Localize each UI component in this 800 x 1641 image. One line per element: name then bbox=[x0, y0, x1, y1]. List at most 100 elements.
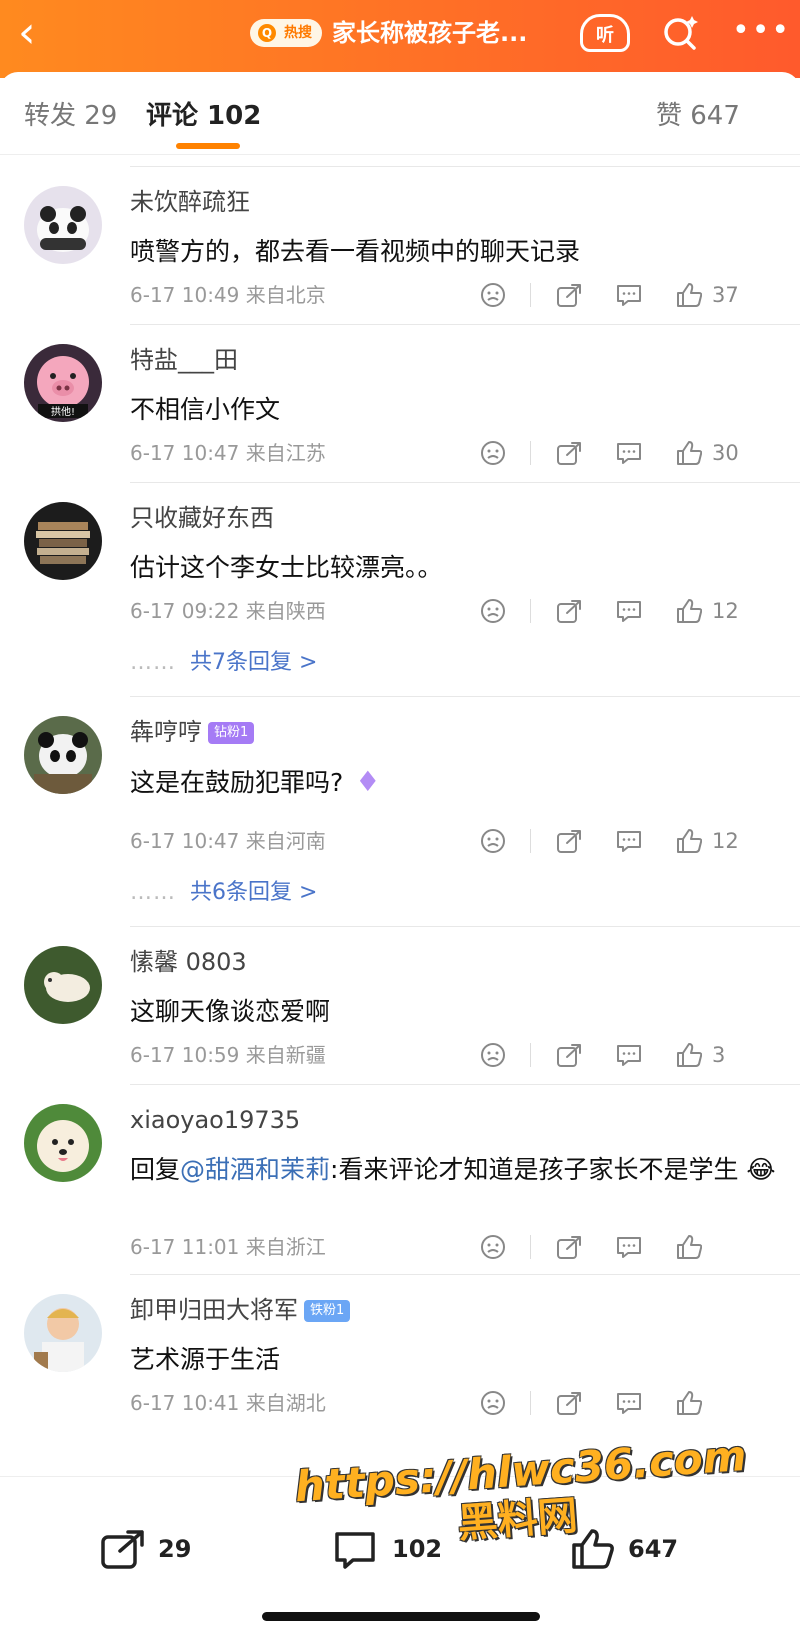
comment-actions: 30 bbox=[470, 438, 776, 468]
avatar[interactable]: 拱他! bbox=[24, 344, 102, 422]
username-text: 卸甲归田大将军 bbox=[130, 1296, 298, 1324]
comment-text: 这聊天像谈恋爱啊 bbox=[130, 997, 331, 1026]
share-icon[interactable] bbox=[556, 598, 582, 628]
dislike-icon[interactable] bbox=[480, 1234, 506, 1264]
share-icon[interactable] bbox=[556, 440, 582, 470]
diamond-icon: ♦ bbox=[355, 765, 381, 798]
dislike-icon[interactable] bbox=[480, 598, 506, 628]
divider bbox=[130, 482, 800, 483]
dislike-icon[interactable] bbox=[480, 440, 506, 470]
search-icon[interactable] bbox=[660, 14, 700, 52]
listen-button[interactable]: 听 bbox=[580, 14, 630, 52]
avatar[interactable] bbox=[24, 186, 102, 264]
thumbs-up-icon[interactable] bbox=[676, 1390, 702, 1420]
repost-count: 29 bbox=[158, 1535, 192, 1563]
username[interactable]: 特盐___田 bbox=[130, 344, 238, 376]
comment-icon[interactable] bbox=[616, 1042, 642, 1072]
hot-badge-label: 热搜 bbox=[284, 25, 312, 41]
username[interactable]: 犇哼哼 钻粉1 bbox=[130, 716, 255, 748]
avatar[interactable] bbox=[24, 1294, 102, 1372]
mention-link[interactable]: @甜酒和茉莉 bbox=[180, 1155, 330, 1184]
avatar[interactable] bbox=[24, 946, 102, 1024]
action-separator bbox=[530, 1391, 531, 1415]
comment-icon[interactable] bbox=[616, 1390, 642, 1420]
comment-icon[interactable] bbox=[616, 282, 642, 312]
comment-actions: 12 bbox=[470, 826, 776, 856]
home-indicator bbox=[262, 1612, 540, 1621]
comment-icon[interactable] bbox=[616, 598, 642, 628]
dislike-icon[interactable] bbox=[480, 1042, 506, 1072]
share-icon bbox=[101, 1530, 144, 1569]
dislike-icon[interactable] bbox=[480, 282, 506, 312]
replies-dots: …… bbox=[130, 880, 176, 905]
dislike-icon[interactable] bbox=[480, 828, 506, 858]
share-icon[interactable] bbox=[556, 1042, 582, 1072]
top-bar: ‹ Q 热搜 家长称被孩子老... 听 ••• bbox=[0, 0, 800, 78]
tab-repost[interactable]: 转发 29 bbox=[24, 98, 117, 134]
thumbs-up-icon[interactable] bbox=[676, 440, 702, 470]
like-count: 30 bbox=[712, 441, 739, 465]
like-count: 37 bbox=[712, 283, 739, 307]
username-text: 犇哼哼 bbox=[130, 718, 202, 746]
comment-icon[interactable] bbox=[616, 1234, 642, 1264]
thumbs-up-icon[interactable] bbox=[676, 282, 702, 312]
comment-actions: 12 bbox=[470, 596, 776, 626]
comment-text: 回复@甜酒和茉莉:看来评论才知道是孩子家长不是学生 😂 bbox=[130, 1148, 780, 1192]
dislike-icon[interactable] bbox=[480, 1390, 506, 1420]
search-icon: Q bbox=[258, 24, 276, 42]
comment-icon[interactable] bbox=[616, 828, 642, 858]
thumbs-up-icon[interactable] bbox=[676, 1234, 702, 1264]
username[interactable]: 卸甲归田大将军 铁粉1 bbox=[130, 1294, 351, 1326]
fan-badge: 铁粉1 bbox=[304, 1300, 351, 1322]
more-icon[interactable]: ••• bbox=[732, 14, 789, 52]
share-icon[interactable] bbox=[556, 1234, 582, 1264]
like-count: 3 bbox=[712, 1043, 726, 1067]
action-separator bbox=[530, 441, 531, 465]
thumbs-up-icon[interactable] bbox=[676, 1042, 702, 1072]
replies-link[interactable]: …… 共7条回复 > bbox=[130, 648, 317, 678]
share-icon[interactable] bbox=[556, 1390, 582, 1420]
tab-likes[interactable]: 赞 647 bbox=[656, 98, 740, 134]
chevron-left-icon[interactable]: ‹ bbox=[18, 8, 36, 58]
tab-comments[interactable]: 评论 102 bbox=[146, 98, 261, 134]
comment-icon[interactable] bbox=[616, 440, 642, 470]
avatar[interactable] bbox=[24, 716, 102, 794]
comment-text-body: :看来评论才知道是孩子家长不是学生 😂 bbox=[330, 1155, 776, 1184]
fan-badge: 钻粉1 bbox=[208, 722, 255, 744]
divider bbox=[130, 324, 800, 325]
comment-meta: 6-17 10:59 来自新疆 bbox=[130, 1043, 326, 1067]
comment-text: 估计这个李女士比较漂亮。。 bbox=[130, 553, 443, 582]
comment-meta: 6-17 09:22 来自陕西 bbox=[130, 599, 326, 623]
thumbs-up-icon[interactable] bbox=[676, 828, 702, 858]
divider bbox=[130, 1274, 800, 1275]
avatar[interactable] bbox=[24, 502, 102, 580]
comment-meta: 6-17 10:49 来自北京 bbox=[130, 283, 326, 307]
action-separator bbox=[530, 1235, 531, 1259]
avatar-caption: 拱他! bbox=[51, 405, 75, 418]
comment-meta: 6-17 10:41 来自湖北 bbox=[130, 1391, 326, 1415]
divider bbox=[130, 696, 800, 697]
thumbs-up-icon[interactable] bbox=[676, 598, 702, 628]
like-count: 12 bbox=[712, 829, 739, 853]
comment-meta: 6-17 11:01 来自浙江 bbox=[130, 1235, 326, 1259]
replies-count: 共7条回复 > bbox=[190, 650, 318, 675]
divider bbox=[130, 926, 800, 927]
avatar[interactable] bbox=[24, 1104, 102, 1182]
share-icon[interactable] bbox=[556, 282, 582, 312]
comment-text: 不相信小作文 bbox=[130, 395, 281, 424]
username[interactable]: xiaoyao19735 bbox=[130, 1104, 300, 1136]
comment-actions bbox=[470, 1232, 776, 1262]
comment-text: 艺术源于生活 bbox=[130, 1345, 281, 1374]
username[interactable]: 愫馨 0803 bbox=[130, 946, 247, 978]
comment-actions bbox=[470, 1388, 776, 1418]
comment-text-body: 这是在鼓励犯罪吗? bbox=[130, 768, 344, 797]
like-count: 12 bbox=[712, 599, 739, 623]
replies-link[interactable]: …… 共6条回复 > bbox=[130, 878, 317, 908]
share-icon[interactable] bbox=[556, 828, 582, 858]
comment-meta: 6-17 10:47 来自江苏 bbox=[130, 441, 326, 465]
replies-count: 共6条回复 > bbox=[190, 880, 318, 905]
hot-search-badge[interactable]: Q 热搜 bbox=[250, 19, 322, 47]
action-separator bbox=[530, 1043, 531, 1067]
username[interactable]: 只收藏好东西 bbox=[130, 502, 274, 534]
username[interactable]: 未饮醉疏狂 bbox=[130, 186, 250, 218]
